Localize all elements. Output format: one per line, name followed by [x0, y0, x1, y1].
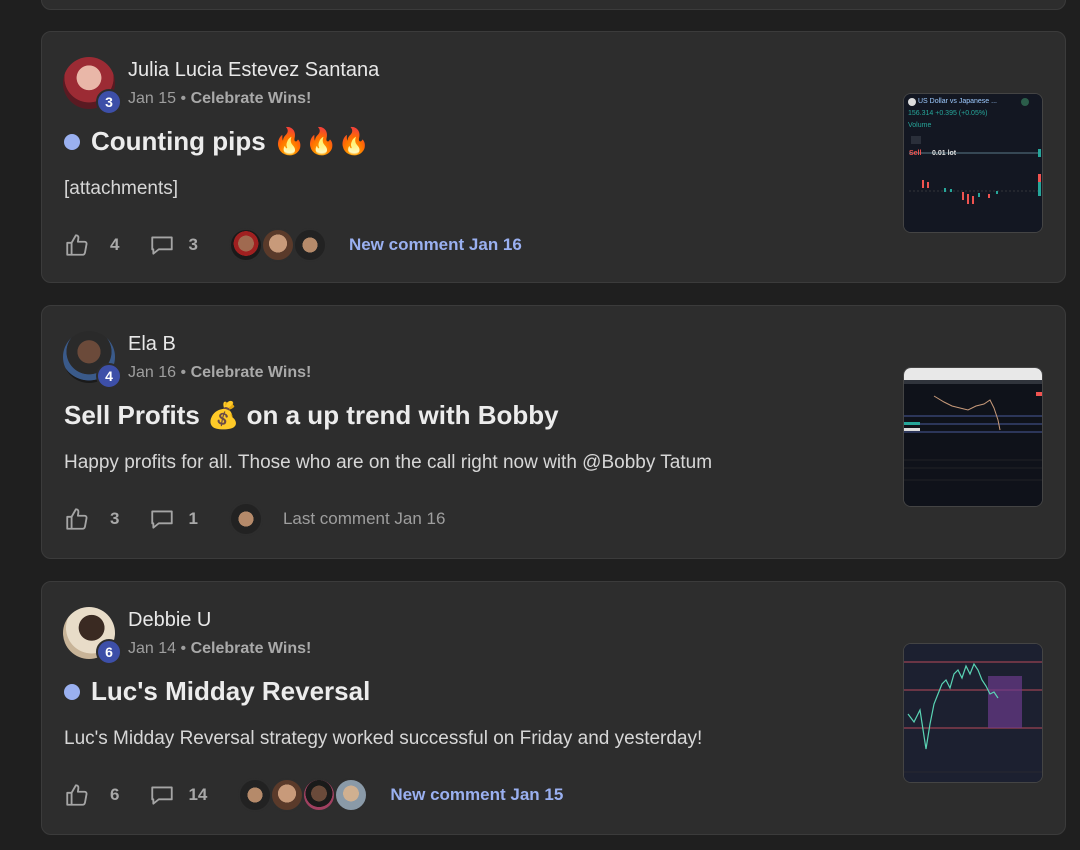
author-avatar[interactable]: 3 [63, 57, 122, 115]
post-date: Jan 16 [128, 364, 177, 381]
commenter-avatar[interactable] [334, 778, 369, 812]
post-category[interactable]: Celebrate Wins! [191, 90, 312, 107]
like-count: 3 [110, 509, 120, 528]
post-card[interactable]: 6 Debbie U Jan 14 • Celebrate Wins! Luc'… [41, 581, 1066, 835]
post-card[interactable]: 3 Julia Lucia Estevez Santana Jan 15 • C… [41, 31, 1066, 283]
post-actions: 6 14 New comment Jan 15 [64, 778, 563, 812]
commenter-avatar[interactable] [260, 228, 295, 262]
comment-count: 1 [188, 509, 198, 528]
thumbs-up-icon[interactable] [64, 782, 90, 808]
post-body: Luc's Midday Reversal strategy worked su… [64, 728, 703, 749]
post-meta: Jan 15 • Celebrate Wins! [128, 90, 311, 108]
meta-separator: • [180, 364, 187, 381]
commenter-avatar[interactable] [270, 778, 305, 812]
post-meta: Jan 14 • Celebrate Wins! [128, 640, 311, 658]
comment-bubble-icon[interactable] [149, 232, 175, 258]
trading-chart-thumbnail [904, 368, 1042, 506]
post-title[interactable]: Sell Profits 💰 on a up trend with Bobby [64, 400, 559, 431]
post-meta: Jan 16 • Celebrate Wins! [128, 364, 311, 382]
commenter-avatars[interactable] [238, 778, 369, 812]
post-category[interactable]: Celebrate Wins! [191, 364, 312, 381]
commenter-avatar[interactable] [238, 778, 273, 812]
commenter-avatars[interactable] [228, 502, 263, 536]
level-badge: 3 [96, 89, 122, 115]
author-name[interactable]: Debbie U [128, 609, 211, 632]
thumb-lot-label: 0.01 lot [932, 150, 957, 157]
post-title-row[interactable]: Luc's Midday Reversal [64, 676, 370, 707]
like-count: 6 [110, 785, 120, 804]
previous-post-card[interactable] [41, 0, 1066, 10]
comment-bubble-icon[interactable] [149, 506, 175, 532]
level-badge: 4 [96, 363, 122, 389]
unread-dot-icon [64, 683, 80, 700]
thumb-sell-label: Sell [909, 150, 922, 157]
commenter-avatar[interactable] [302, 778, 337, 812]
post-category[interactable]: Celebrate Wins! [191, 640, 312, 657]
post-date: Jan 15 [128, 90, 177, 107]
post-thumbnail[interactable] [903, 367, 1043, 507]
author-avatar[interactable]: 6 [63, 607, 122, 665]
author-name[interactable]: Julia Lucia Estevez Santana [128, 59, 379, 82]
post-body: [attachments] [64, 178, 179, 199]
meta-separator: • [180, 90, 187, 107]
post-actions: 4 3 New comment Jan 16 [64, 228, 522, 262]
meta-separator: • [180, 640, 187, 657]
thumb-volume-label: Volume [908, 122, 932, 129]
post-thumbnail[interactable] [903, 643, 1043, 783]
post-title-row[interactable]: Counting pips 🔥🔥🔥 [64, 126, 370, 157]
thumb-pair-label: US Dollar vs Japanese ... [918, 98, 997, 105]
thumbs-up-icon[interactable] [64, 506, 90, 532]
thumb-price: 156.314 +0.395 (+0.05%) [908, 110, 988, 117]
post-title[interactable]: Luc's Midday Reversal [91, 676, 370, 707]
post-date: Jan 14 [128, 640, 177, 657]
post-thumbnail[interactable]: US Dollar vs Japanese ... 156.314 +0.395… [903, 93, 1043, 233]
unread-dot-icon [64, 133, 80, 150]
comment-bubble-icon[interactable] [149, 782, 175, 808]
new-comment-link[interactable]: New comment Jan 15 [390, 785, 563, 805]
comment-count: 3 [188, 235, 198, 254]
post-actions: 3 1 Last comment Jan 16 [64, 502, 445, 536]
commenter-avatar[interactable] [292, 228, 327, 262]
comment-count: 14 [188, 785, 208, 804]
post-card[interactable]: 4 Ela B Jan 16 • Celebrate Wins! Sell Pr… [41, 305, 1066, 559]
post-title-row[interactable]: Sell Profits 💰 on a up trend with Bobby [64, 400, 559, 431]
candlestick-chart-thumbnail [904, 644, 1042, 782]
post-title[interactable]: Counting pips 🔥🔥🔥 [91, 126, 370, 157]
level-badge: 6 [96, 639, 122, 665]
like-count: 4 [110, 235, 120, 254]
commenter-avatar[interactable] [228, 228, 263, 262]
author-avatar[interactable]: 4 [63, 331, 122, 389]
new-comment-link[interactable]: New comment Jan 16 [349, 235, 522, 255]
post-body: Happy profits for all. Those who are on … [64, 452, 713, 473]
thumbs-up-icon[interactable] [64, 232, 90, 258]
author-name[interactable]: Ela B [128, 333, 176, 356]
commenter-avatars[interactable] [228, 228, 327, 262]
commenter-avatar[interactable] [228, 502, 263, 536]
last-comment-label[interactable]: Last comment Jan 16 [283, 509, 446, 529]
